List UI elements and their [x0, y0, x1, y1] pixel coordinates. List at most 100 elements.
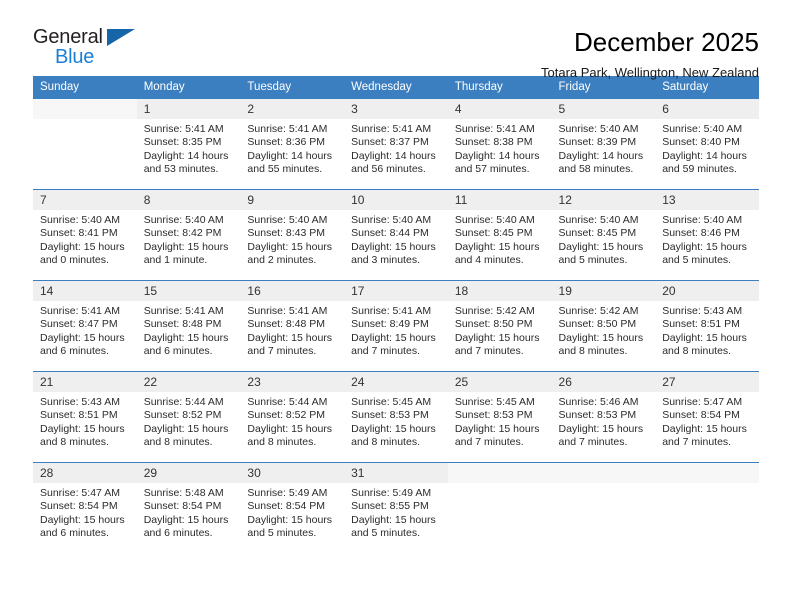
calendar-day-cell[interactable]: 5 Sunrise: 5:40 AM Sunset: 8:39 PM Daylight…	[551, 99, 656, 190]
daylight-text-line1: Daylight: 15 hours	[454, 331, 540, 344]
calendar-day-cell[interactable]: 20 Sunrise: 5:43 AM Sunset: 8:51 PM Dayligh…	[655, 281, 759, 372]
daylight-text-line2: and 2 minutes.	[247, 254, 317, 267]
day-details: Sunrise: 5:43 AM Sunset: 8:51 PM Daylight:…	[655, 301, 759, 359]
day-number: 14	[33, 281, 137, 301]
calendar-day-cell[interactable]: 21 Sunrise: 5:43 AM Sunset: 8:51 PM Dayligh…	[33, 372, 137, 463]
day-number: 15	[136, 281, 241, 301]
day-number: 13	[655, 190, 759, 210]
calendar-day-cell[interactable]: 14 Sunrise: 5:41 AM Sunset: 8:47 PM Dayligh…	[33, 281, 137, 372]
sunset-text: Sunset: 8:55 PM	[351, 500, 429, 513]
sunset-text: Sunset: 8:37 PM	[351, 136, 429, 149]
calendar-day-cell[interactable]: 24 Sunrise: 5:45 AM Sunset: 8:53 PM Dayligh…	[344, 372, 448, 463]
sunrise-text: Sunrise: 5:40 AM	[143, 214, 224, 226]
daylight-text-line2: and 5 minutes.	[351, 527, 420, 540]
sunset-text: Sunset: 8:54 PM	[662, 409, 740, 422]
calendar-day-cell[interactable]: 7 Sunrise: 5:40 AM Sunset: 8:41 PM Daylight…	[33, 190, 137, 281]
calendar-day-cell[interactable]: 4 Sunrise: 5:41 AM Sunset: 8:38 PM Daylight…	[447, 99, 552, 190]
daylight-text-line1: Daylight: 15 hours	[40, 331, 125, 344]
day-details: Sunrise: 5:45 AM Sunset: 8:53 PM Daylight:…	[448, 392, 552, 450]
page-title: December 2025	[574, 27, 759, 57]
day-details: Sunrise: 5:40 AM Sunset: 8:44 PM Daylight:…	[344, 210, 448, 268]
daylight-text-line1: Daylight: 15 hours	[247, 513, 333, 526]
calendar-day-cell[interactable]: 27 Sunrise: 5:47 AM Sunset: 8:54 PM Dayligh…	[655, 372, 759, 463]
sunset-text: Sunset: 8:38 PM	[454, 136, 533, 149]
calendar-day-cell-empty	[551, 463, 656, 554]
daylight-text-line2: and 7 minutes.	[454, 436, 524, 449]
day-number: 23	[240, 372, 345, 392]
day-cell-inner: 17 Sunrise: 5:41 AM Sunset: 8:49 PM Dayligh…	[344, 281, 448, 371]
sunset-text: Sunset: 8:52 PM	[143, 409, 222, 422]
calendar-day-cell[interactable]: 28 Sunrise: 5:47 AM Sunset: 8:54 PM Dayligh…	[33, 463, 137, 554]
daylight-text-line1: Daylight: 15 hours	[351, 240, 436, 253]
sunrise-text: Sunrise: 5:40 AM	[247, 214, 328, 226]
calendar-day-cell[interactable]: 1 Sunrise: 5:41 AM Sunset: 8:35 PM Daylight…	[136, 99, 241, 190]
day-details: Sunrise: 5:47 AM Sunset: 8:54 PM Daylight:…	[655, 392, 759, 450]
day-cell-inner	[447, 463, 552, 553]
day-cell-inner: 7 Sunrise: 5:40 AM Sunset: 8:41 PM Daylight…	[33, 190, 137, 280]
calendar-day-cell[interactable]: 12 Sunrise: 5:40 AM Sunset: 8:45 PM Dayligh…	[551, 190, 656, 281]
daylight-text-line2: and 6 minutes.	[143, 345, 213, 358]
calendar-day-cell[interactable]: 25 Sunrise: 5:45 AM Sunset: 8:53 PM Dayligh…	[447, 372, 552, 463]
calendar-day-cell[interactable]: 13 Sunrise: 5:40 AM Sunset: 8:46 PM Dayligh…	[655, 190, 759, 281]
calendar-day-cell[interactable]: 17 Sunrise: 5:41 AM Sunset: 8:49 PM Dayligh…	[344, 281, 448, 372]
day-details: Sunrise: 5:43 AM Sunset: 8:51 PM Daylight:…	[33, 392, 137, 450]
calendar-day-cell[interactable]: 10 Sunrise: 5:40 AM Sunset: 8:44 PM Dayligh…	[344, 190, 448, 281]
calendar-day-cell[interactable]: 18 Sunrise: 5:42 AM Sunset: 8:50 PM Dayligh…	[447, 281, 552, 372]
calendar-day-cell[interactable]: 30 Sunrise: 5:49 AM Sunset: 8:54 PM Dayligh…	[240, 463, 345, 554]
daylight-text-line2: and 59 minutes.	[662, 163, 737, 176]
daylight-text-line1: Daylight: 15 hours	[40, 513, 125, 526]
day-details: Sunrise: 5:40 AM Sunset: 8:42 PM Daylight:…	[137, 210, 241, 268]
sunrise-text: Sunrise: 5:40 AM	[558, 214, 639, 226]
sunset-text: Sunset: 8:54 PM	[143, 500, 222, 513]
calendar-day-cell[interactable]: 29 Sunrise: 5:48 AM Sunset: 8:54 PM Dayligh…	[136, 463, 241, 554]
daylight-text-line1: Daylight: 15 hours	[351, 331, 436, 344]
daylight-text-line2: and 8 minutes.	[662, 345, 732, 358]
generalblue-logo[interactable]: General Blue	[33, 26, 141, 72]
day-number: 30	[240, 463, 345, 483]
day-cell-inner: 16 Sunrise: 5:41 AM Sunset: 8:48 PM Dayligh…	[240, 281, 345, 371]
day-number	[551, 463, 656, 483]
day-cell-inner: 13 Sunrise: 5:40 AM Sunset: 8:46 PM Dayligh…	[655, 190, 759, 280]
sunset-text: Sunset: 8:51 PM	[662, 318, 740, 331]
day-details: Sunrise: 5:41 AM Sunset: 8:48 PM Daylight:…	[240, 301, 344, 359]
sunset-text: Sunset: 8:41 PM	[40, 227, 118, 240]
daylight-text-line2: and 1 minute.	[143, 254, 208, 267]
calendar-day-cell[interactable]: 3 Sunrise: 5:41 AM Sunset: 8:37 PM Daylight…	[344, 99, 448, 190]
day-number: 29	[136, 463, 241, 483]
day-details: Sunrise: 5:40 AM Sunset: 8:46 PM Daylight:…	[655, 210, 759, 268]
sunset-text: Sunset: 8:36 PM	[247, 136, 326, 149]
calendar-day-cell[interactable]: 9 Sunrise: 5:40 AM Sunset: 8:43 PM Daylight…	[240, 190, 345, 281]
day-number: 9	[240, 190, 345, 210]
page-header: General Blue December 2025 Totara Park, …	[33, 0, 759, 80]
daylight-text-line1: Daylight: 14 hours	[662, 149, 747, 162]
calendar-day-cell[interactable]: 15 Sunrise: 5:41 AM Sunset: 8:48 PM Dayligh…	[136, 281, 241, 372]
calendar-day-cell[interactable]: 2 Sunrise: 5:41 AM Sunset: 8:36 PM Daylight…	[240, 99, 345, 190]
sunset-text: Sunset: 8:54 PM	[247, 500, 326, 513]
calendar-day-cell[interactable]: 23 Sunrise: 5:44 AM Sunset: 8:52 PM Dayligh…	[240, 372, 345, 463]
daylight-text-line1: Daylight: 14 hours	[454, 149, 540, 162]
sunrise-text: Sunrise: 5:47 AM	[662, 396, 743, 408]
calendar-day-cell[interactable]: 26 Sunrise: 5:46 AM Sunset: 8:53 PM Dayligh…	[551, 372, 656, 463]
sunrise-text: Sunrise: 5:40 AM	[558, 123, 639, 135]
daylight-text-line1: Daylight: 15 hours	[143, 422, 229, 435]
day-cell-inner: 11 Sunrise: 5:40 AM Sunset: 8:45 PM Dayligh…	[447, 190, 552, 280]
calendar-day-cell[interactable]: 31 Sunrise: 5:49 AM Sunset: 8:55 PM Dayligh…	[344, 463, 448, 554]
day-cell-inner: 15 Sunrise: 5:41 AM Sunset: 8:48 PM Dayligh…	[136, 281, 241, 371]
calendar-day-cell[interactable]: 16 Sunrise: 5:41 AM Sunset: 8:48 PM Dayligh…	[240, 281, 345, 372]
sunrise-text: Sunrise: 5:48 AM	[143, 487, 224, 499]
calendar-day-cell[interactable]: 22 Sunrise: 5:44 AM Sunset: 8:52 PM Dayligh…	[136, 372, 241, 463]
daylight-text-line1: Daylight: 15 hours	[454, 240, 540, 253]
daylight-text-line1: Daylight: 15 hours	[558, 331, 644, 344]
calendar-day-cell[interactable]: 6 Sunrise: 5:40 AM Sunset: 8:40 PM Daylight…	[655, 99, 759, 190]
calendar-day-cell[interactable]: 11 Sunrise: 5:40 AM Sunset: 8:45 PM Dayligh…	[447, 190, 552, 281]
sunrise-text: Sunrise: 5:41 AM	[143, 305, 224, 317]
calendar-day-cell[interactable]: 8 Sunrise: 5:40 AM Sunset: 8:42 PM Daylight…	[136, 190, 241, 281]
day-number: 19	[551, 281, 656, 301]
calendar-day-cell[interactable]: 19 Sunrise: 5:42 AM Sunset: 8:50 PM Dayligh…	[551, 281, 656, 372]
daylight-text-line1: Daylight: 15 hours	[454, 422, 540, 435]
day-cell-inner: 29 Sunrise: 5:48 AM Sunset: 8:54 PM Dayligh…	[136, 463, 241, 553]
sunrise-text: Sunrise: 5:45 AM	[454, 396, 535, 408]
daylight-text-line2: and 6 minutes.	[143, 527, 213, 540]
day-cell-inner: 27 Sunrise: 5:47 AM Sunset: 8:54 PM Dayligh…	[655, 372, 759, 462]
day-number: 3	[344, 99, 448, 119]
